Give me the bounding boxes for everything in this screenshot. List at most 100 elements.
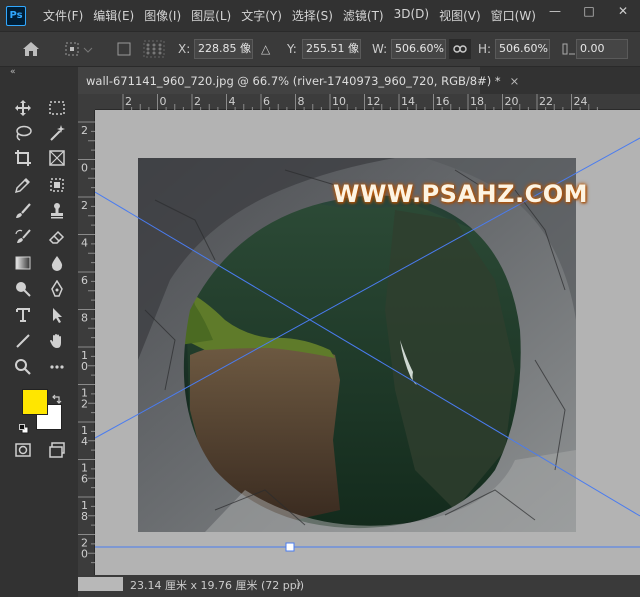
foreground-color-swatch[interactable] — [22, 389, 48, 415]
lasso-tool[interactable] — [10, 122, 36, 144]
ruler-tick-label: 8 — [298, 95, 305, 108]
move-icon — [15, 100, 31, 116]
reference-grid-icon — [143, 40, 165, 58]
menu-window[interactable]: 窗口(W) — [486, 7, 541, 24]
move-tool[interactable] — [10, 97, 36, 119]
blur-tool[interactable] — [44, 252, 70, 274]
ruler-tick-label: 10 — [332, 95, 346, 108]
hand-icon — [50, 334, 61, 348]
watermark-text: WWW.PSAHZ.COM — [333, 180, 589, 208]
marquee-tool[interactable] — [44, 97, 70, 119]
angle-control[interactable] — [562, 32, 576, 66]
menu-edit[interactable]: 编辑(E) — [88, 7, 139, 24]
ruler-tick-label: 2 — [125, 95, 132, 108]
menu-file[interactable]: 文件(F) — [38, 7, 88, 24]
ruler-tick-label: 8 — [81, 510, 88, 523]
more-tools-button[interactable] — [44, 356, 70, 378]
path-selection-tool[interactable] — [44, 304, 70, 326]
horizontal-ruler[interactable]: 2 0 2 4 6 8 10 12 14 16 18 20 22 24 — [95, 94, 640, 110]
reference-checkbox[interactable] — [117, 32, 131, 66]
ruler-tick-label: 0 — [81, 162, 88, 175]
menu-3d[interactable]: 3D(D) — [389, 7, 434, 24]
eraser-tool[interactable] — [44, 226, 70, 248]
clone-stamp-tool[interactable] — [44, 200, 70, 222]
object-selection-tool[interactable] — [44, 174, 70, 196]
width-field[interactable]: 506.60% — [391, 39, 446, 59]
gradient-tool[interactable] — [10, 252, 36, 274]
canvas-area[interactable]: WWW.PSAHZ.COM — [95, 110, 640, 575]
zoom-tool[interactable] — [10, 356, 36, 378]
y-label: Y: — [287, 42, 297, 56]
ruler-tick-label: 2 — [194, 95, 201, 108]
screen-mode-button[interactable] — [44, 439, 70, 461]
zoom-field[interactable] — [78, 577, 123, 591]
menu-select[interactable]: 选择(S) — [287, 7, 338, 24]
lasso-icon — [16, 125, 32, 141]
frame-tool[interactable] — [44, 147, 70, 169]
ruler-tick-label: 2 — [81, 398, 88, 411]
reference-point-icon — [65, 42, 93, 56]
y-field[interactable]: 255.51 像 — [302, 39, 361, 59]
close-tab-button[interactable]: × — [510, 74, 520, 88]
document-tab-bar: wall-671141_960_720.jpg @ 66.7% (river-1… — [78, 67, 640, 94]
delta-toggle[interactable]: △ — [261, 32, 270, 66]
crop-icon — [15, 150, 31, 166]
gradient-icon — [15, 256, 31, 270]
default-colors-button[interactable] — [19, 419, 29, 438]
ruler-tick-label: 0 — [81, 360, 88, 373]
x-field[interactable]: 228.85 像 — [194, 39, 253, 59]
w-label: W: — [372, 42, 388, 56]
link-proportions-button[interactable] — [449, 32, 471, 66]
reference-grid[interactable] — [143, 32, 165, 66]
menu-view[interactable]: 视图(V) — [434, 7, 486, 24]
ruler-corner[interactable] — [78, 94, 95, 110]
status-menu-arrow[interactable]: 〉 — [296, 576, 307, 592]
swap-arrow-icon — [52, 394, 62, 404]
eyedropper-tool[interactable] — [10, 174, 36, 196]
ruler-tick-label: 12 — [367, 95, 381, 108]
horizontal-ruler-scale: 2 0 2 4 6 8 10 12 14 16 18 20 22 24 — [122, 94, 598, 110]
menu-type[interactable]: 文字(Y) — [236, 7, 287, 24]
menu-image[interactable]: 图像(I) — [139, 7, 186, 24]
ruler-tick-label: 8 — [81, 312, 88, 325]
zoom-icon — [15, 359, 31, 375]
blur-icon — [51, 256, 63, 271]
reference-point-toggle[interactable] — [64, 32, 94, 66]
eyedropper-icon — [14, 178, 30, 194]
quick-mask-button[interactable] — [10, 439, 36, 461]
menu-layer[interactable]: 图层(L) — [186, 7, 236, 24]
frame-icon — [49, 150, 65, 166]
angle-field[interactable]: 0.00 — [576, 39, 628, 59]
transform-handle[interactable] — [285, 542, 295, 552]
crop-tool[interactable] — [10, 147, 36, 169]
menu-filter[interactable]: 滤镜(T) — [338, 7, 389, 24]
x-label: X: — [178, 42, 191, 56]
collapse-panel-button[interactable]: « — [10, 67, 16, 77]
hand-tool[interactable] — [44, 330, 70, 352]
ruler-tick-label: 2 — [81, 199, 88, 212]
type-tool[interactable] — [10, 304, 36, 326]
history-brush-tool[interactable] — [10, 226, 36, 248]
line-tool[interactable] — [10, 330, 36, 352]
home-button[interactable] — [22, 32, 40, 66]
dodge-tool[interactable] — [10, 278, 36, 300]
checkbox-icon — [117, 42, 131, 56]
pen-tool[interactable] — [44, 278, 70, 300]
vertical-ruler[interactable]: 202468101214161820 — [78, 110, 95, 575]
pen-icon — [51, 280, 63, 297]
ruler-tick-label: 22 — [539, 95, 553, 108]
photoshop-logo[interactable]: Ps — [6, 5, 26, 26]
marquee-icon — [49, 101, 65, 115]
magic-wand-tool[interactable] — [44, 122, 70, 144]
home-icon — [23, 42, 39, 56]
restore-button[interactable]: □ — [572, 0, 606, 22]
document-tab[interactable]: wall-671141_960_720.jpg @ 66.7% (river-1… — [78, 67, 519, 94]
status-bar: 23.14 厘米 x 19.76 厘米 (72 ppi) 〉 — [78, 575, 640, 597]
close-button[interactable]: ✕ — [606, 0, 640, 22]
menu-list: 文件(F) 编辑(E) 图像(I) 图层(L) 文字(Y) 选择(S) 滤镜(T… — [38, 7, 541, 24]
minimize-button[interactable]: — — [538, 0, 572, 22]
brush-tool[interactable] — [10, 200, 36, 222]
height-field[interactable]: 506.60% — [495, 39, 550, 59]
options-bar: X: 228.85 像 △ Y: 255.51 像 W: 506.60% H: … — [0, 31, 640, 67]
quick-mask-icon — [15, 443, 31, 457]
